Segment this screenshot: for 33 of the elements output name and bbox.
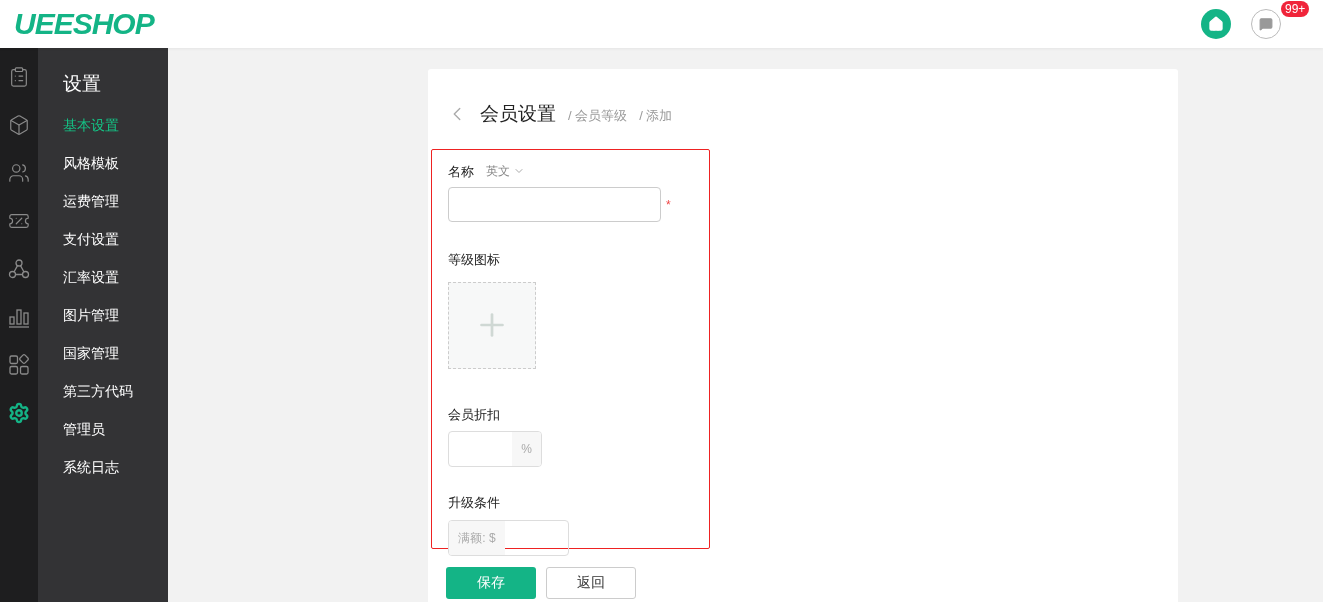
field-label: 名称 — [448, 162, 474, 181]
name-input[interactable] — [448, 187, 661, 222]
sidebar-item[interactable]: 风格模板 — [63, 153, 168, 173]
settings-icon[interactable] — [8, 402, 30, 424]
page-title: 会员设置 — [480, 102, 556, 126]
sidebar-item[interactable]: 管理员 — [63, 419, 168, 439]
field-label: 会员折扣 — [448, 405, 501, 424]
users-icon[interactable] — [8, 162, 30, 184]
sidebar-item[interactable]: 汇率设置 — [63, 267, 168, 287]
sidebar-item[interactable]: 国家管理 — [63, 343, 168, 363]
cube-icon[interactable] — [8, 114, 30, 136]
nodes-icon[interactable] — [8, 258, 30, 280]
apps-icon[interactable] — [8, 354, 30, 376]
sidebar-item[interactable]: 基本设置 — [63, 115, 168, 135]
back-button[interactable]: 返回 — [546, 566, 636, 599]
clipboard-icon[interactable] — [8, 66, 30, 88]
sidebar-item[interactable]: 图片管理 — [63, 305, 168, 325]
sidebar-item[interactable]: 运费管理 — [63, 191, 168, 211]
amount-prefix: 满额: $ — [449, 520, 505, 555]
notification-badge: 99+ — [1281, 1, 1310, 17]
field-label: 等级图标 — [448, 251, 501, 269]
sidebar-item[interactable]: 系统日志 — [63, 457, 168, 477]
chat-icon — [1259, 17, 1273, 31]
home-button[interactable] — [1201, 9, 1231, 39]
percent-suffix: % — [512, 432, 541, 466]
home-icon — [1208, 16, 1224, 32]
required-mark: * — [666, 196, 671, 214]
language-select[interactable]: 英文 — [486, 162, 525, 181]
field-label: 升级条件 — [448, 494, 501, 512]
bar-chart-icon[interactable] — [8, 306, 30, 328]
sidebar-item[interactable]: 第三方代码 — [63, 381, 168, 401]
sidebar-title: 设置 — [63, 72, 102, 96]
sidebar-item[interactable]: 支付设置 — [63, 229, 168, 249]
